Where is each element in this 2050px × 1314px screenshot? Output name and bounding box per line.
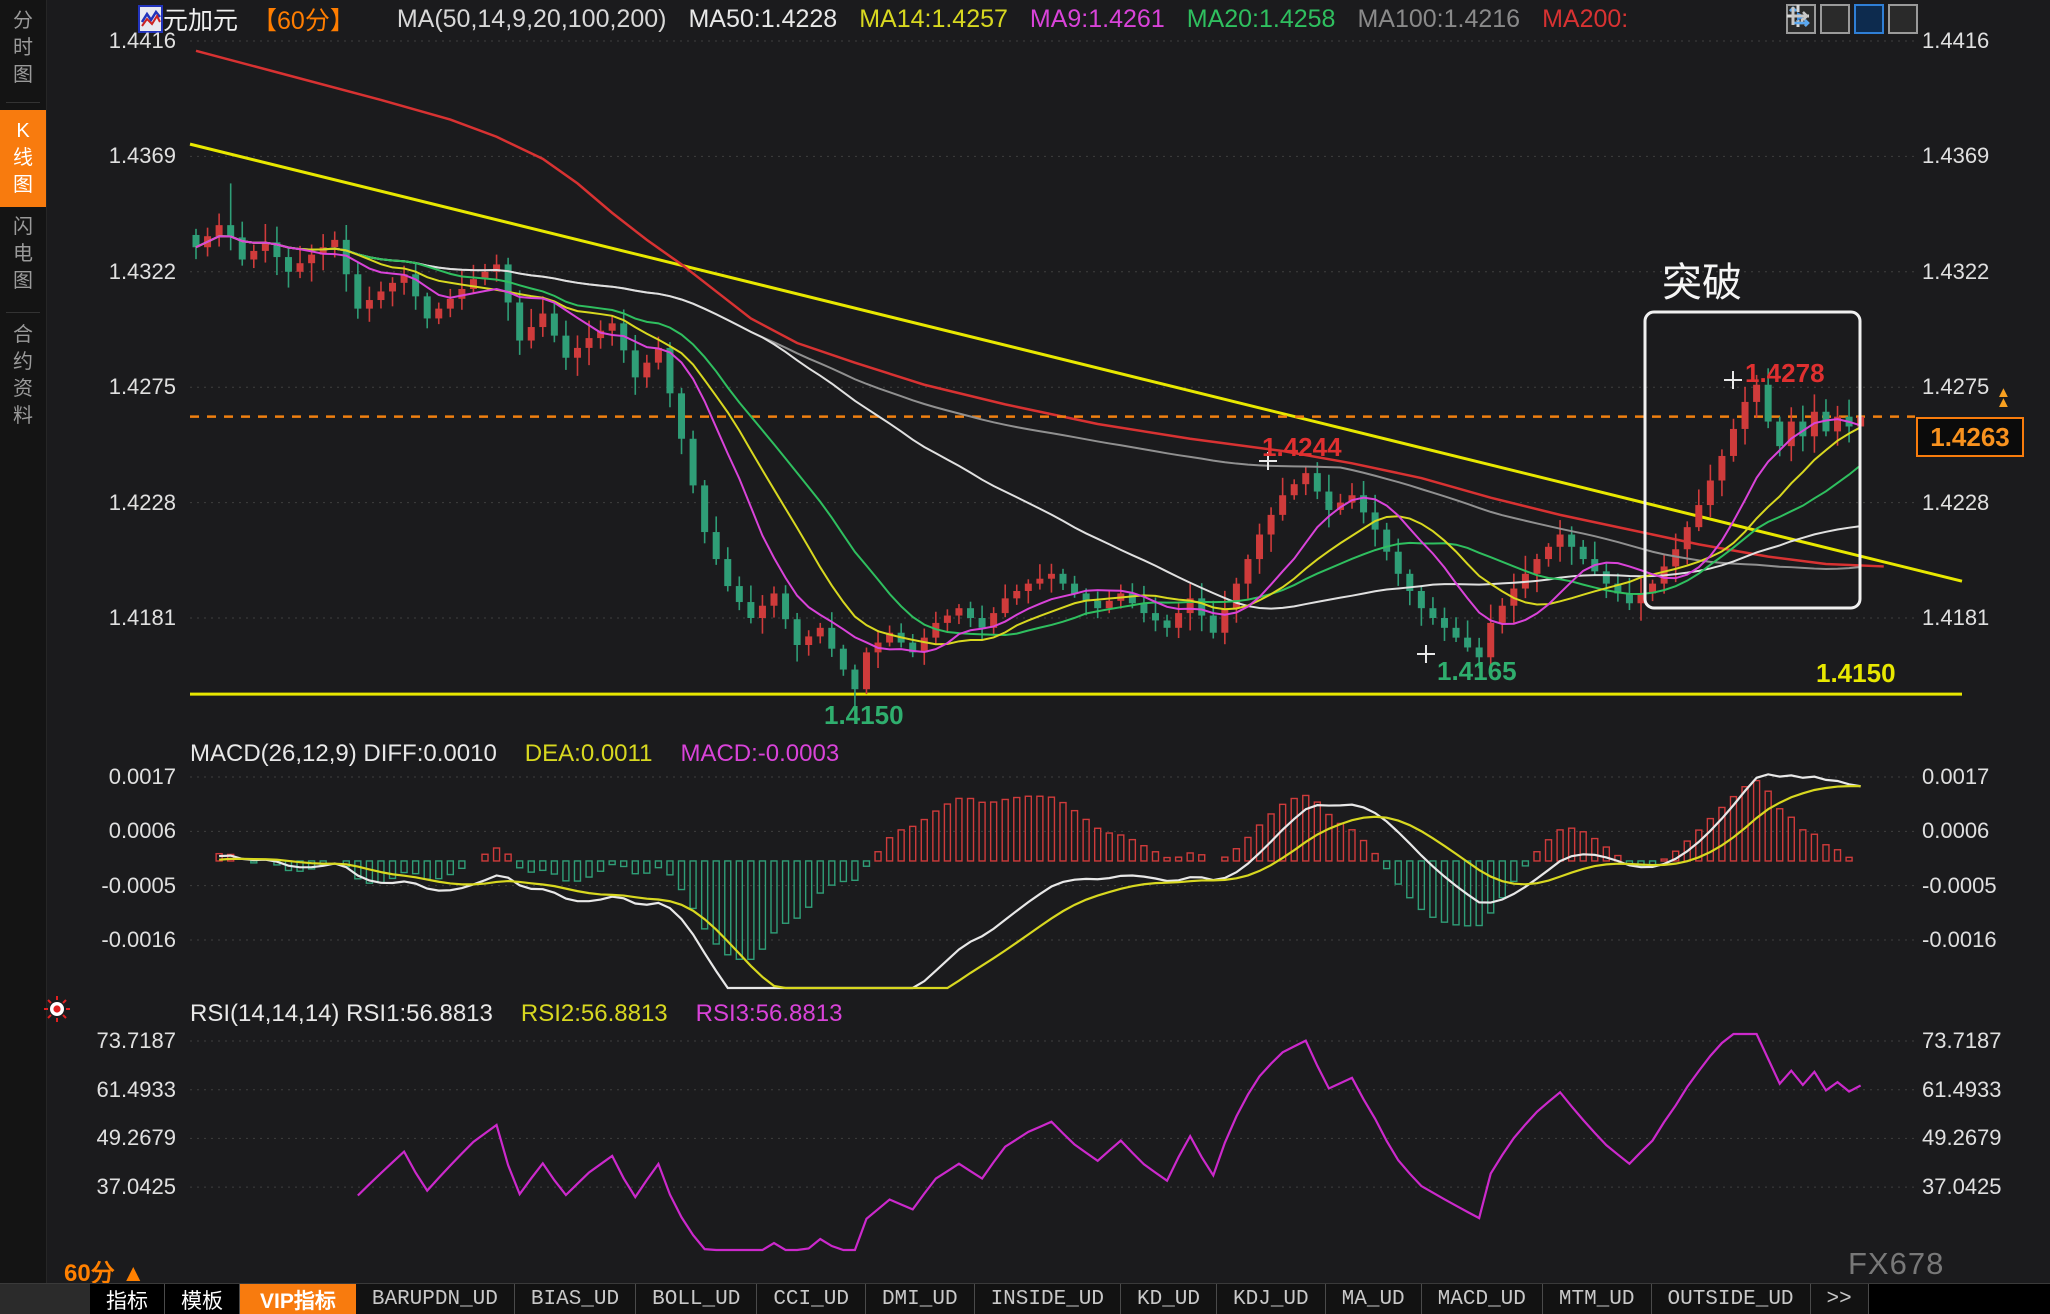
indicator-value-label: RSI2:56.8813 <box>521 1000 668 1028</box>
price-axis-tick-left: 1.4228 <box>86 490 176 516</box>
sidebar: 分时图 K线图闪电图合约资料 <box>0 0 47 1314</box>
macd-axis-tick-right: -0.0016 <box>1922 927 2012 953</box>
tab-vip指标[interactable]: VIP指标 <box>240 1284 356 1314</box>
chart-header: 美元加元 【60分】 MA(50,14,9,20,100,200)MA50:1.… <box>138 4 1628 34</box>
sidebar-tab-timeshare[interactable]: 分时图 <box>0 8 46 89</box>
tab--[interactable]: >> <box>1811 1284 1869 1314</box>
sidebar-tab-contract-info[interactable]: 合约资料 <box>0 322 46 430</box>
tab-kd-ud[interactable]: KD_UD <box>1121 1284 1217 1314</box>
macd-histogram <box>216 781 1852 960</box>
macd-diff-line <box>219 774 1861 988</box>
tab-cci-ud[interactable]: CCI_UD <box>757 1284 866 1314</box>
macd-axis-tick-left: 0.0006 <box>86 818 176 844</box>
tab-dmi-ud[interactable]: DMI_UD <box>866 1284 975 1314</box>
indicator-value-label: DEA:0.0011 <box>525 740 653 768</box>
price-axis-tick-left: 1.4181 <box>86 605 176 631</box>
support-price-label-yellow: 1.4150 <box>1816 658 1896 689</box>
macd-axis-tick-left: -0.0016 <box>86 927 176 953</box>
price-axis-tick-right: 1.4369 <box>1922 143 2012 169</box>
tab-outside-ud[interactable]: OUTSIDE_UD <box>1652 1284 1811 1314</box>
sidebar-tab-kline[interactable]: K线图 <box>0 110 46 207</box>
support-price-label-green: 1.4150 <box>824 700 904 731</box>
price-axis-tick-left: 1.4322 <box>86 259 176 285</box>
macd-axis-tick-right: -0.0005 <box>1922 873 2012 899</box>
indicator-tabbar: 指标模板VIP指标BARUPDN_UDBIAS_UDBOLL_UDCCI_UDD… <box>0 1283 2050 1314</box>
indicator-value-label: MACD:-0.0003 <box>680 740 839 768</box>
rsi-axis-tick-left: 61.4933 <box>86 1077 176 1103</box>
ma-value-label: MA(50,14,9,20,100,200) <box>397 5 667 34</box>
price-axis-tick-left: 1.4416 <box>86 28 176 54</box>
rsi-axis-tick-left: 49.2679 <box>86 1125 176 1151</box>
header-ma-values: MA(50,14,9,20,100,200) MA50:1.4228 MA14:1.… <box>397 5 1628 34</box>
tab-barupdn-ud[interactable]: BARUPDN_UD <box>356 1284 515 1314</box>
macd-axis-tick-left: 0.0017 <box>86 764 176 790</box>
cross-marker <box>1417 645 1435 663</box>
rsi-axis-tick-left: 73.7187 <box>86 1028 176 1054</box>
rsi-axis-tick-right: 61.4933 <box>1922 1077 2012 1103</box>
mid-price-label: 1.4244 <box>1262 432 1342 463</box>
tab-boll-ud[interactable]: BOLL_UD <box>636 1284 757 1314</box>
tabbar-spacer <box>0 1284 90 1314</box>
indicator-value-label: MACD(26,12,9) DIFF:0.0010 <box>190 740 497 768</box>
price-axis-tick-right: 1.4322 <box>1922 259 2012 285</box>
tab-模板[interactable]: 模板 <box>165 1284 240 1314</box>
price-axis-tick-left: 1.4369 <box>86 143 176 169</box>
rsi-axis-tick-right: 49.2679 <box>1922 1125 2012 1151</box>
rsi-header: RSI(14,14,14) RSI1:56.8813 RSI2:56.8813 RS… <box>190 1000 842 1028</box>
tab-inside-ud[interactable]: INSIDE_UD <box>975 1284 1121 1314</box>
breakout-annotation: 突破 <box>1662 250 1742 308</box>
price-axis-tick-right: 1.4275 <box>1922 374 2012 400</box>
date-axis: 02/1102/1302/1502/1902/2102/25 <box>0 1250 2050 1283</box>
sidebar-divider <box>6 102 40 103</box>
macd-header: MACD(26,12,9) DIFF:0.0010 DEA:0.0011 MACD:… <box>190 740 839 768</box>
indicator-value-label: RSI(14,14,14) RSI1:56.8813 <box>190 1000 493 1028</box>
sidebar-tab-lightning[interactable]: 闪电图 <box>0 214 46 295</box>
rsi-axis-tick-left: 37.0425 <box>86 1174 176 1200</box>
macd-axis-tick-right: 0.0017 <box>1922 764 2012 790</box>
price-axis-tick-right: 1.4228 <box>1922 490 2012 516</box>
chart-canvas <box>0 0 2050 1314</box>
tab-macd-ud[interactable]: MACD_UD <box>1422 1284 1543 1314</box>
watermark: FX678 <box>1848 1246 1944 1282</box>
price-axis-tick-left: 1.4275 <box>86 374 176 400</box>
ma-value-label: MA9:1.4261 <box>1030 5 1165 34</box>
macd-axis-tick-right: 0.0006 <box>1922 818 2012 844</box>
price-axis-tick-right: 1.4181 <box>1922 605 2012 631</box>
tab-指标[interactable]: 指标 <box>90 1284 165 1314</box>
axis-play-icon[interactable] <box>1854 4 1884 34</box>
axis-scale-icon[interactable] <box>1820 4 1850 34</box>
rsi-axis-tick-right: 37.0425 <box>1922 1174 2012 1200</box>
ma-value-label: MA200: <box>1542 5 1628 34</box>
ma-value-label: MA50:1.4228 <box>688 5 837 34</box>
period-label: 【60分】 <box>252 1 355 37</box>
tab-ma-ud[interactable]: MA_UD <box>1326 1284 1422 1314</box>
current-price-badge: 1.4263 <box>1916 417 2024 457</box>
ma100-line <box>196 236 1861 569</box>
ma-value-label: MA14:1.4257 <box>859 5 1008 34</box>
sidebar-divider <box>6 312 40 313</box>
ma-value-label: MA20:1.4258 <box>1187 5 1336 34</box>
tab-bias-ud[interactable]: BIAS_UD <box>515 1284 636 1314</box>
candles-layer <box>193 183 1865 706</box>
rsi-axis-tick-right: 73.7187 <box>1922 1028 2012 1054</box>
indicator-value-label: RSI3:56.8813 <box>696 1000 843 1028</box>
rsi-line <box>358 1034 1861 1250</box>
cross-marker <box>1724 371 1742 389</box>
ma50-line <box>196 236 1861 608</box>
low-price-label: 1.4165 <box>1437 656 1517 687</box>
chart-toolbar <box>1786 4 1918 34</box>
trading-app-window: 分时图 K线图闪电图合约资料 美元加元 【60分】 MA(50,14,9,20,1… <box>0 0 2050 1314</box>
tab-kdj-ud[interactable]: KDJ_UD <box>1217 1284 1326 1314</box>
high-price-label: 1.4278 <box>1745 358 1825 389</box>
macd-axis-tick-left: -0.0005 <box>86 873 176 899</box>
exit-right-icon[interactable] <box>1888 4 1918 34</box>
price-axis-tick-right: 1.4416 <box>1922 28 2012 54</box>
tab-mtm-ud[interactable]: MTM_UD <box>1543 1284 1652 1314</box>
ma-value-label: MA100:1.4216 <box>1357 5 1520 34</box>
